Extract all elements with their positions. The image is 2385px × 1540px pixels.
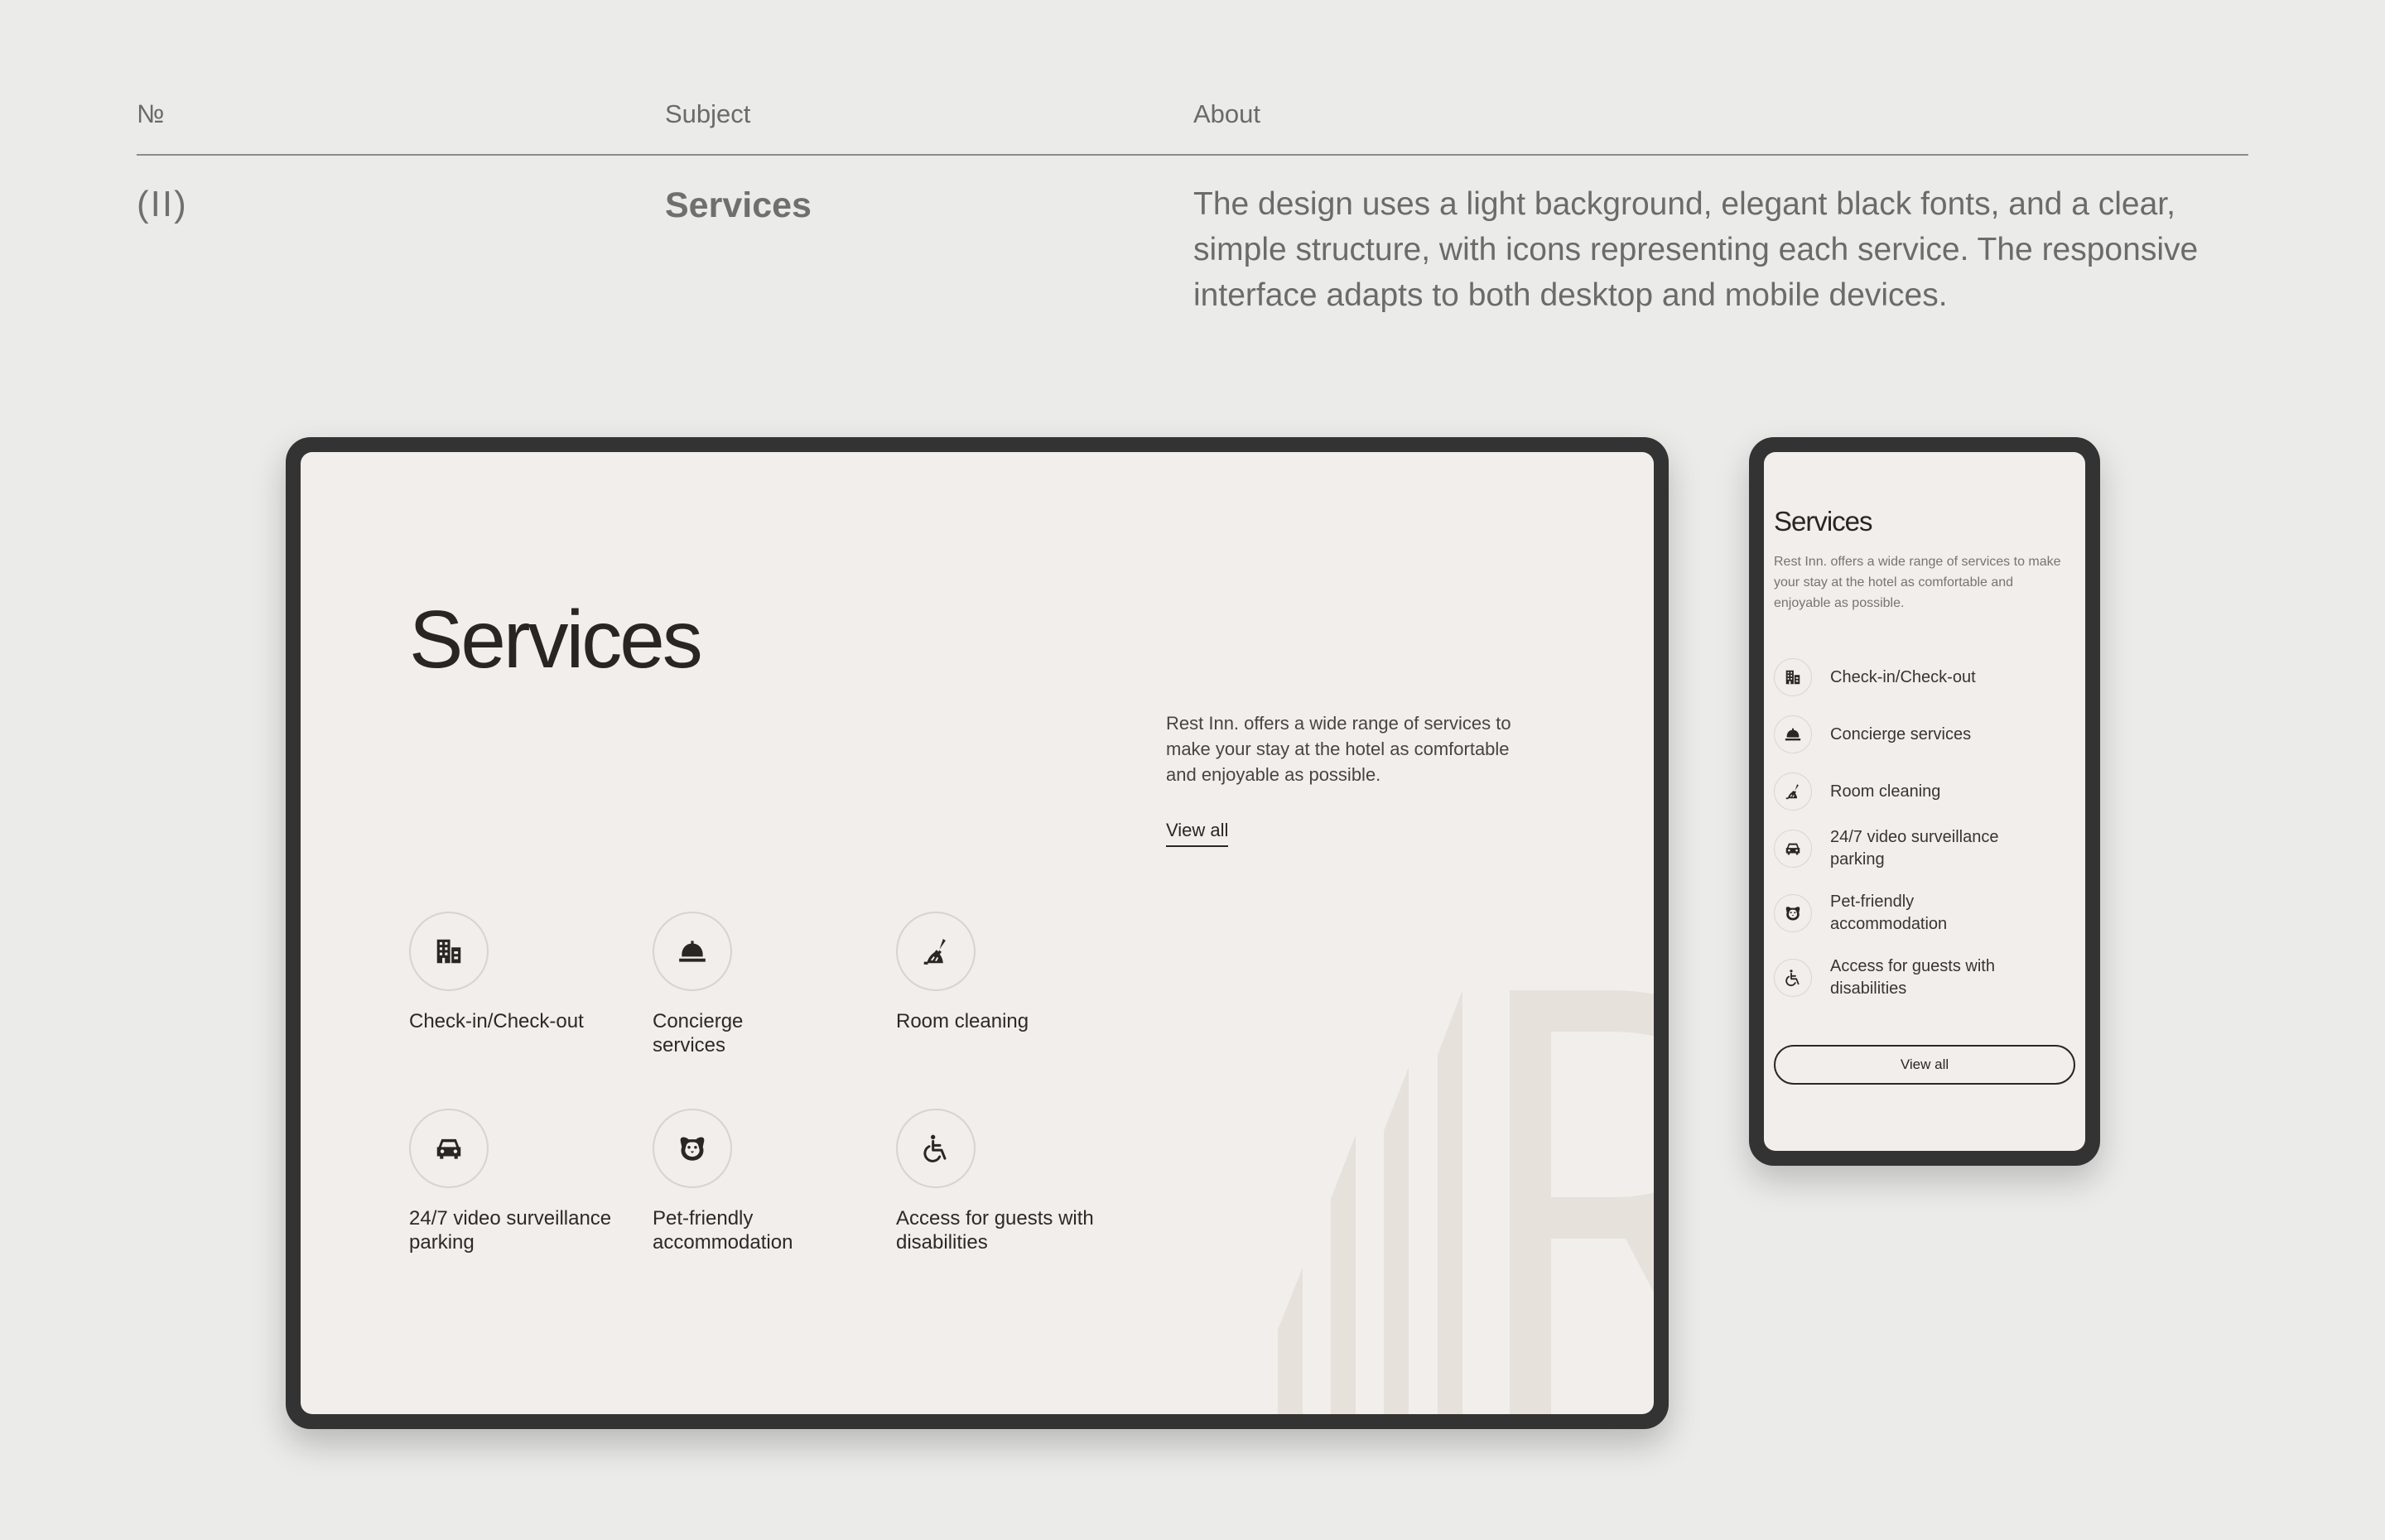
rest-inn-logo-watermark [1278, 990, 1654, 1414]
service-item-pet-friendly[interactable]: Pet-friendly accommodation [653, 1109, 884, 1254]
service-label: Access for guests with disabilities [1830, 957, 1995, 998]
phone-description: Rest Inn. offers a wide range of service… [1774, 555, 2061, 610]
broom-icon [896, 912, 976, 991]
header-about: About [1193, 99, 1261, 128]
list-item-pet-friendly[interactable]: Pet-friendly accommodation [1774, 893, 2080, 933]
service-label: Pet-friendly accommodation [1830, 893, 1948, 933]
header-divider [137, 154, 2248, 156]
service-label: 24/7 video surveillance parking [1830, 828, 1999, 869]
list-item-check-in[interactable]: Check-in/Check-out [1774, 657, 2080, 697]
building-icon [409, 912, 489, 991]
row-about: The design uses a light background, eleg… [1193, 186, 2199, 313]
wheelchair-icon [1774, 959, 1812, 997]
list-item-room-cleaning[interactable]: Room cleaning [1774, 772, 2080, 811]
list-item-concierge[interactable]: Concierge services [1774, 715, 2080, 754]
service-label: Check-in/Check-out [1830, 667, 1976, 686]
car-icon [1774, 830, 1812, 868]
tablet-description: Rest Inn. offers a wide range of service… [1166, 713, 1511, 785]
phone-frame: Services Rest Inn. offers a wide range o… [1749, 437, 2100, 1166]
phone-screen: Services Rest Inn. offers a wide range o… [1764, 452, 2085, 1151]
row-number: (II) [137, 184, 188, 224]
tablet-page-title: Services [409, 594, 703, 685]
service-item-room-cleaning[interactable]: Room cleaning [896, 912, 1128, 1033]
car-icon [409, 1109, 489, 1188]
service-label: Concierge services [1830, 724, 1972, 744]
building-icon [1774, 658, 1812, 696]
phone-page-title: Services [1774, 506, 1873, 537]
tablet-frame: Services Rest Inn. offers a wide range o… [286, 437, 1669, 1429]
service-item-accessibility[interactable]: Access for guests with disabilities [896, 1109, 1128, 1254]
service-item-concierge[interactable]: Concierge services [653, 912, 884, 1057]
header-number: № [137, 99, 165, 128]
list-item-parking[interactable]: 24/7 video surveillance parking [1774, 828, 2080, 869]
service-bell-icon [1774, 715, 1812, 753]
wheelchair-icon [896, 1109, 976, 1188]
service-label: Check-in/Check-out [409, 1010, 584, 1032]
row-subject: Services [665, 185, 812, 225]
service-label: Room cleaning [896, 1010, 1029, 1032]
service-label: Pet-friendly accommodation [653, 1207, 793, 1254]
dog-icon [653, 1109, 732, 1188]
service-label: Concierge services [653, 1010, 744, 1056]
tablet-screen: Services Rest Inn. offers a wide range o… [301, 452, 1654, 1414]
broom-icon [1774, 772, 1812, 811]
service-item-parking[interactable]: 24/7 video surveillance parking [409, 1109, 641, 1254]
header-subject: Subject [665, 99, 751, 128]
tablet-view-all-link[interactable]: View all [1166, 820, 1229, 847]
phone-view-all-button[interactable]: View all [1774, 1045, 2075, 1085]
service-label: Access for guests with disabilities [896, 1207, 1094, 1254]
list-item-accessibility[interactable]: Access for guests with disabilities [1774, 957, 2080, 998]
service-bell-icon [653, 912, 732, 991]
service-label: Room cleaning [1830, 782, 1941, 801]
service-label: 24/7 video surveillance parking [409, 1207, 612, 1254]
service-item-check-in[interactable]: Check-in/Check-out [409, 912, 641, 1033]
dog-icon [1774, 894, 1812, 932]
